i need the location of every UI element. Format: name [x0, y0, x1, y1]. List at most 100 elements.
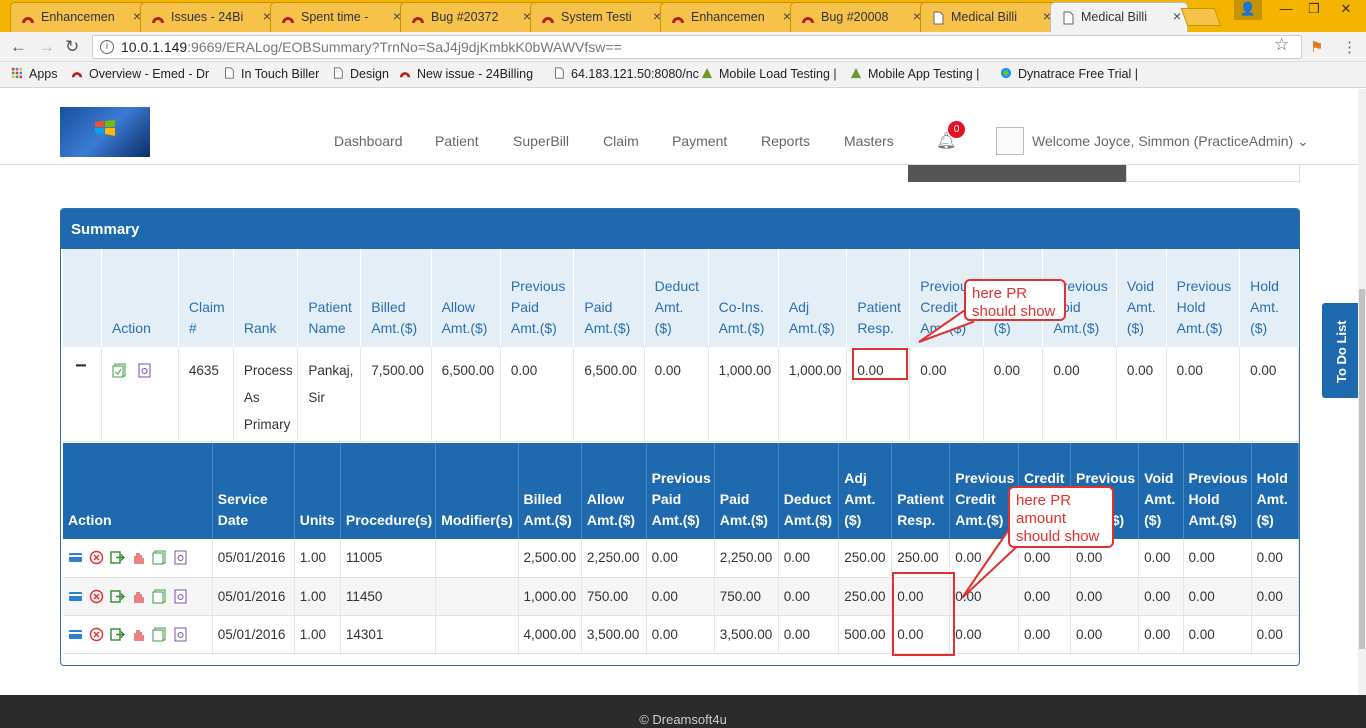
bookmark-item[interactable]: Design: [331, 67, 389, 81]
bookmark-item[interactable]: Mobile Load Testing |: [700, 67, 837, 81]
export-icon[interactable]: [110, 589, 125, 604]
back-icon[interactable]: ←: [10, 37, 27, 57]
browser-tab[interactable]: Medical Billi ×: [1050, 2, 1188, 32]
claim-col-header: Co-Ins. Amt.($): [708, 249, 779, 347]
delete-circle-icon[interactable]: [89, 589, 104, 604]
claim-col-header: Action: [101, 249, 179, 347]
browser-tab[interactable]: Enhancemen ×: [660, 2, 798, 32]
view-eob-icon[interactable]: [137, 363, 152, 378]
summary-scroll-area[interactable]: Action Claim # Rank Patient Name Billed Amt.…: [61, 249, 1299, 665]
page-scrollbar[interactable]: [1358, 89, 1366, 695]
delete-circle-icon[interactable]: [89, 550, 104, 565]
nav-superbill[interactable]: SuperBill: [513, 133, 569, 149]
card-icon[interactable]: [68, 627, 83, 642]
bookmark-star-icon[interactable]: ☆: [1274, 35, 1289, 55]
line-cell: 0.00: [1138, 577, 1184, 616]
claim-actions: [101, 347, 179, 442]
close-window-icon[interactable]: ✕: [1332, 0, 1360, 20]
line-cell: 750.00: [714, 577, 779, 616]
card-icon[interactable]: [68, 550, 83, 565]
nav-patient[interactable]: Patient: [435, 133, 479, 149]
copy-green-icon[interactable]: [152, 550, 167, 565]
page-icon: [933, 11, 944, 25]
nav-claim[interactable]: Claim: [603, 133, 639, 149]
line-col-header: Billed Amt.($): [518, 443, 582, 539]
browser-tab-strip: Enhancemen × Issues - 24Bi × Spent time - × Bu…: [0, 0, 1366, 32]
export-icon[interactable]: [110, 627, 125, 642]
browser-tab[interactable]: Issues - 24Bi ×: [140, 2, 278, 32]
view-eob-icon[interactable]: [173, 550, 188, 565]
browser-tab[interactable]: Spent time - ×: [270, 2, 408, 32]
nav-payment[interactable]: Payment: [672, 133, 727, 149]
bookmark-item[interactable]: 64.183.121.50:8080/nc: [552, 67, 699, 81]
delete-circle-icon[interactable]: [89, 627, 104, 642]
minimize-icon[interactable]: —: [1272, 0, 1300, 20]
claim-col-header: [63, 249, 102, 347]
bookmark-item[interactable]: Apps: [10, 67, 58, 81]
line-cell: 0.00: [646, 615, 715, 654]
bookmark-item[interactable]: In Touch Biller: [222, 67, 319, 81]
line-cell: 0.00: [1183, 615, 1252, 654]
line-cell: 250.00: [838, 539, 893, 578]
browser-tab[interactable]: Bug #20008 ×: [790, 2, 928, 32]
line-cell: 2,250.00: [581, 539, 647, 578]
forward-icon[interactable]: →: [38, 37, 55, 57]
bookmarks-bar: Apps Overview - Emed - Dr In Touch Biller D…: [0, 62, 1366, 88]
user-profile-icon[interactable]: 👤: [1234, 0, 1262, 20]
bookmark-label: 64.183.121.50:8080/nc: [571, 67, 699, 81]
tab-close-icon[interactable]: ×: [1173, 8, 1181, 24]
line-cell: 11450: [340, 577, 437, 616]
nav-reports[interactable]: Reports: [761, 133, 810, 149]
url-input[interactable]: i 10.0.1.149:9669/ERALog/EOBSummary?TrnN…: [92, 35, 1302, 59]
avatar[interactable]: [996, 127, 1024, 155]
claim-col-header: Paid Amt.($): [573, 249, 645, 347]
claim-col-header: Claim #: [178, 249, 234, 347]
copy-green-icon[interactable]: [152, 589, 167, 604]
line-col-header: Action: [63, 443, 213, 539]
reload-icon[interactable]: ↻: [65, 37, 79, 57]
line-cell: 0.00: [1138, 539, 1184, 578]
card-icon[interactable]: [68, 589, 83, 604]
copy-green-icon[interactable]: [112, 363, 127, 378]
bookmark-item[interactable]: Mobile App Testing |: [849, 67, 979, 81]
export-icon[interactable]: [110, 550, 125, 565]
page-scrollbar-thumb[interactable]: [1359, 289, 1365, 649]
browser-tab[interactable]: System Testi ×: [530, 2, 668, 32]
claim-row: − 4635 Process As Primary Pankaj, Sir 7,…: [63, 347, 1299, 442]
line-cell: [435, 539, 519, 578]
redmine-icon: [412, 17, 424, 23]
copy-green-icon[interactable]: [152, 627, 167, 642]
nav-dashboard[interactable]: Dashboard: [334, 133, 403, 149]
claim-col-header: Patient Resp.: [846, 249, 911, 347]
bookmark-item[interactable]: Dynatrace Free Trial |: [999, 67, 1138, 81]
panel-title: Summary: [61, 209, 1299, 249]
triangle-icon: [701, 67, 713, 79]
site-info-icon[interactable]: i: [100, 40, 114, 54]
view-eob-icon[interactable]: [173, 627, 188, 642]
restore-icon[interactable]: ❐: [1300, 0, 1328, 20]
extension-icon[interactable]: ⚑: [1310, 38, 1323, 56]
view-eob-icon[interactable]: [173, 589, 188, 604]
menu-dots-icon[interactable]: ⋮: [1342, 38, 1357, 56]
line-cell: 05/01/2016: [212, 577, 295, 616]
line-cell: 1.00: [294, 577, 341, 616]
new-tab-button[interactable]: [1180, 8, 1222, 26]
user-menu[interactable]: Welcome Joyce, Simmon (PracticeAdmin) ⌄: [1032, 133, 1309, 150]
app-logo[interactable]: [60, 107, 150, 157]
nav-masters[interactable]: Masters: [844, 133, 894, 149]
collapse-toggle-icon[interactable]: −: [63, 347, 102, 442]
line-cell: 05/01/2016: [212, 539, 295, 578]
line-cell: 3,500.00: [714, 615, 779, 654]
line-actions: [63, 577, 213, 616]
claim-prev-credit: 0.00: [909, 347, 984, 442]
browser-tab[interactable]: Enhancemen ×: [10, 2, 148, 32]
bookmark-label: Mobile Load Testing |: [719, 67, 837, 81]
hand-icon[interactable]: [131, 550, 146, 565]
todo-list-tab[interactable]: To Do List: [1322, 303, 1362, 398]
bookmark-item[interactable]: New issue - 24Billing: [398, 67, 533, 81]
browser-tab[interactable]: Medical Billi ×: [920, 2, 1058, 32]
hand-icon[interactable]: [131, 589, 146, 604]
hand-icon[interactable]: [131, 627, 146, 642]
browser-tab[interactable]: Bug #20372 ×: [400, 2, 538, 32]
bookmark-item[interactable]: Overview - Emed - Dr: [70, 67, 209, 81]
